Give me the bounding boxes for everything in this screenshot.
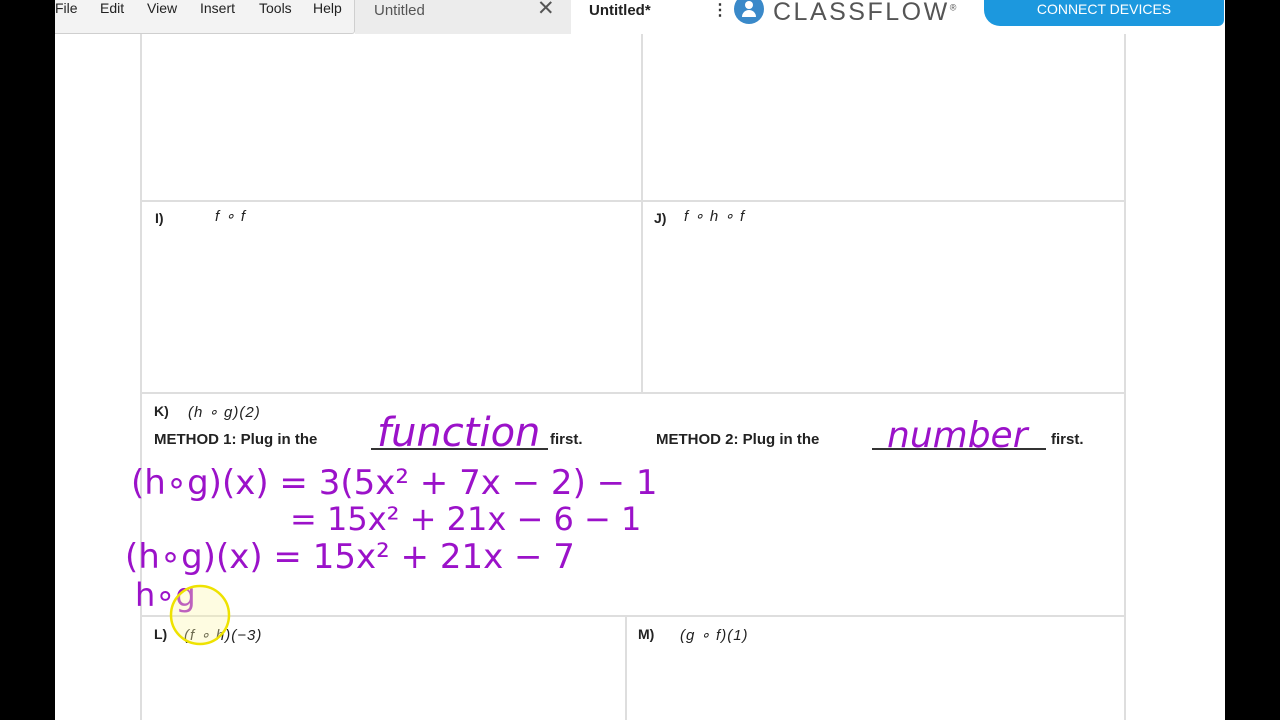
more-options-icon[interactable]: ⋮ — [712, 0, 728, 22]
classflow-logo: CLASSFLOW® — [773, 0, 956, 27]
menu-view[interactable]: View — [147, 0, 177, 17]
tab-label: Untitled — [374, 2, 425, 19]
tab-untitled[interactable]: Untitled ✕ — [355, 0, 571, 34]
menu-bar: File Edit View Insert Tools Help — [55, 0, 355, 34]
connect-devices-button[interactable]: CONNECT DEVICES — [984, 0, 1224, 26]
handwritten-line-1: (h∘g)(x) = 3(5x² + 7x − 2) − 1 — [131, 463, 658, 503]
brand-name: CLASSFLOW — [773, 0, 950, 26]
handwritten-line-3: (h∘g)(x) = 15x² + 21x − 7 — [125, 537, 575, 577]
ink-layer[interactable]: function number (h∘g)(x) = 3(5x² + 7x − … — [55, 0, 1225, 720]
menu-file[interactable]: File — [55, 0, 78, 17]
tab-untitled-active[interactable]: Untitled* ⋮ — [573, 0, 729, 34]
handwritten-line-2: = 15x² + 21x − 6 − 1 — [290, 500, 641, 538]
tab-label: Untitled* — [589, 2, 651, 19]
whiteboard-canvas[interactable]: I) f ∘ f J) f ∘ h ∘ f K) (h ∘ g)(2) METH… — [55, 0, 1225, 720]
menu-help[interactable]: Help — [313, 0, 342, 17]
cursor-highlight — [169, 584, 231, 646]
classflow-logo-icon — [734, 0, 764, 24]
handwritten-number: number — [887, 415, 1030, 456]
close-icon[interactable]: ✕ — [537, 0, 555, 20]
menu-edit[interactable]: Edit — [100, 0, 124, 17]
handwritten-function: function — [377, 410, 540, 456]
top-bar: File Edit View Insert Tools Help Untitle… — [55, 0, 1225, 34]
menu-insert[interactable]: Insert — [200, 0, 235, 17]
registered-mark: ® — [949, 2, 957, 13]
menu-tools[interactable]: Tools — [259, 0, 292, 17]
